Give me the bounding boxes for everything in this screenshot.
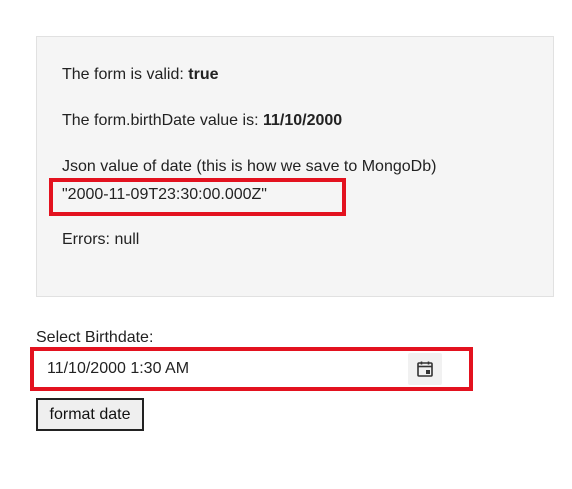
form-valid-line: The form is valid: true xyxy=(62,65,219,85)
json-value-label: Json value of date (this is how we save … xyxy=(62,158,437,175)
birthdate-value-line: The form.birthDate value is: 11/10/2000 xyxy=(62,111,342,131)
date-input-highlight xyxy=(30,347,473,391)
birthdate-value: 11/10/2000 xyxy=(262,112,343,129)
page: The form is valid: true The form.birthDa… xyxy=(0,0,572,489)
form-valid-value: true xyxy=(188,66,219,83)
select-birthdate-label: Select Birthdate: xyxy=(36,329,154,346)
format-date-button[interactable]: format date xyxy=(36,398,144,431)
errors-text: Errors: null xyxy=(62,231,140,248)
birthdate-value-label: The form.birthDate value is: xyxy=(62,112,263,129)
form-valid-label: The form is valid: xyxy=(62,66,189,83)
json-value-highlight xyxy=(49,178,346,216)
form-status-panel: The form is valid: true The form.birthDa… xyxy=(36,36,554,297)
